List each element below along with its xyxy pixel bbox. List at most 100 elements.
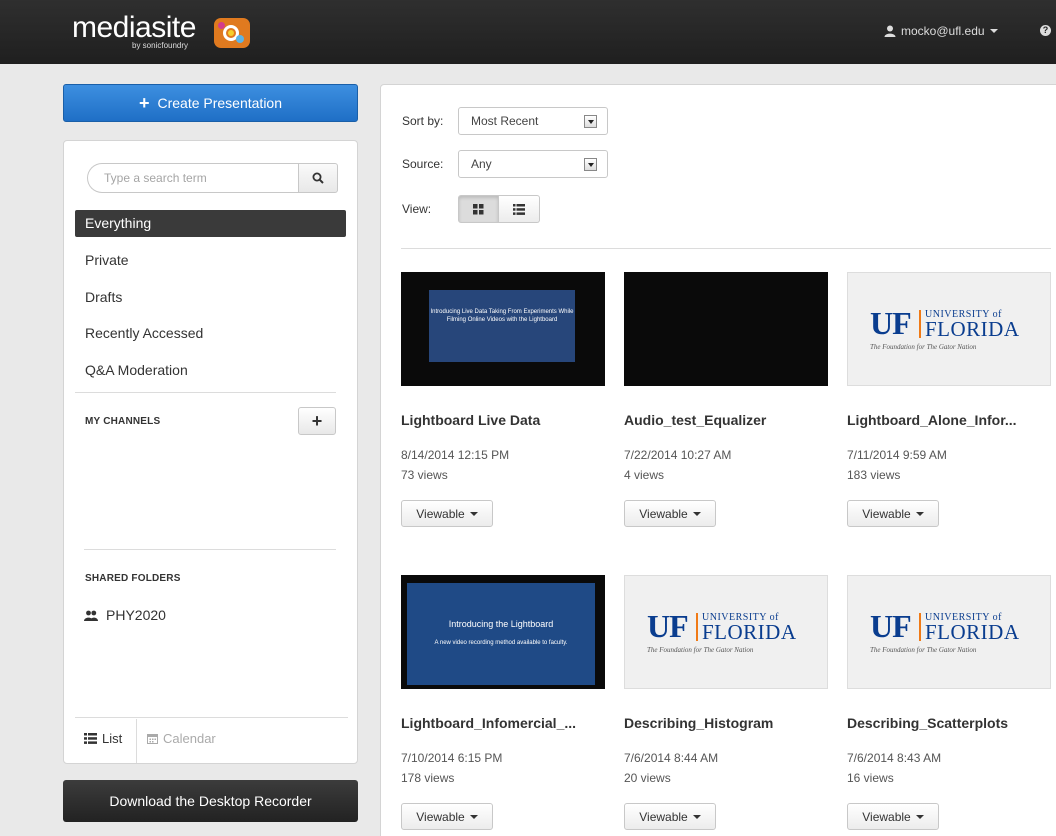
uf-logo-letters: UF (870, 608, 912, 644)
tab-list-label: List (102, 731, 123, 746)
uf-logo-letters: UF (870, 305, 912, 341)
download-recorder-button[interactable]: Download the Desktop Recorder (63, 780, 358, 822)
plus-icon: + (138, 93, 150, 113)
chevron-down-icon (915, 814, 924, 819)
list-icon (513, 203, 525, 215)
user-icon (884, 25, 896, 37)
grid-view-button[interactable] (458, 195, 499, 223)
presentation-thumbnail[interactable]: Introducing Live Data Taking From Experi… (401, 272, 605, 386)
uf-logo-letters: UF (647, 608, 689, 644)
grid-icon (473, 203, 484, 214)
presentation-title[interactable]: Lightboard_Infomercial_... (401, 715, 605, 731)
sort-select[interactable]: Most Recent (458, 107, 608, 135)
uf-logo-florida: FLORIDA (925, 620, 1020, 644)
presentation-date: 7/6/2014 8:44 AM (624, 751, 719, 765)
presentation-views: 20 views (624, 771, 671, 785)
viewable-dropdown-button[interactable]: Viewable (624, 803, 716, 830)
viewable-dropdown-button[interactable]: Viewable (847, 803, 939, 830)
source-select-value: Any (471, 157, 492, 171)
presentation-thumbnail[interactable]: Introducing the Lightboard A new video r… (401, 575, 605, 689)
tab-list-view[interactable]: List (84, 731, 122, 746)
user-email: mocko@ufl.edu (901, 24, 985, 38)
viewable-label: Viewable (862, 809, 911, 824)
tab-calendar-label: Calendar (163, 731, 216, 746)
viewable-dropdown-button[interactable]: Viewable (401, 803, 493, 830)
divider (401, 248, 1051, 249)
chevron-down-icon (469, 511, 478, 516)
logo-subtext: by sonicfoundry (132, 41, 189, 50)
calendar-icon (147, 734, 158, 744)
presentation-title[interactable]: Lightboard_Alone_Infor... (847, 412, 1051, 428)
slide-text: Introducing Live Data Taking From Experi… (429, 290, 575, 362)
view-label: View: (402, 202, 432, 216)
group-icon (84, 610, 98, 621)
chevron-down-icon (692, 511, 701, 516)
list-view-button[interactable] (499, 195, 540, 223)
presentation-views: 4 views (624, 468, 665, 482)
divider (84, 549, 336, 550)
source-select[interactable]: Any (458, 150, 608, 178)
chevron-down-icon (915, 511, 924, 516)
left-sidebar-panel: Everything Private Drafts Recently Acces… (63, 140, 358, 764)
divider (75, 392, 336, 393)
uf-logo-florida: FLORIDA (925, 317, 1020, 341)
presentation-views: 183 views (847, 468, 901, 482)
uf-logo: UF UNIVERSITY of FLORIDA The Foundation … (647, 609, 807, 659)
viewable-label: Viewable (639, 506, 688, 521)
dropdown-arrow-icon (584, 115, 597, 128)
viewable-dropdown-button[interactable]: Viewable (847, 500, 939, 527)
nav-item-everything[interactable]: Everything (75, 210, 346, 237)
presentation-title[interactable]: Describing_Histogram (624, 715, 828, 731)
nav-item-recently-accessed[interactable]: Recently Accessed (75, 320, 346, 347)
uf-logo-florida: FLORIDA (702, 620, 797, 644)
tab-calendar-view[interactable]: Calendar (147, 731, 216, 746)
viewable-label: Viewable (639, 809, 688, 824)
presentation-thumbnail[interactable] (624, 272, 828, 386)
viewable-label: Viewable (862, 506, 911, 521)
presentation-thumbnail[interactable]: UF UNIVERSITY of FLORIDA The Foundation … (847, 575, 1051, 689)
help-icon[interactable]: ? (1040, 25, 1051, 36)
nav-item-drafts[interactable]: Drafts (75, 284, 346, 311)
list-icon (84, 733, 97, 744)
logo-text: mediasite (72, 11, 196, 44)
user-menu[interactable]: mocko@ufl.edu (884, 24, 998, 38)
presentation-date: 7/22/2014 10:27 AM (624, 448, 732, 462)
slide-title: Introducing the Lightboard (448, 619, 554, 629)
view-toggle (458, 195, 540, 223)
chevron-down-icon (989, 29, 998, 33)
top-bar: mediasite by sonicfoundry mocko@ufl.edu … (0, 0, 1056, 64)
viewable-dropdown-button[interactable]: Viewable (401, 500, 493, 527)
presentation-date: 7/11/2014 9:59 AM (847, 448, 947, 462)
add-channel-button[interactable]: + (298, 407, 336, 435)
shared-folder-item[interactable]: PHY2020 (84, 607, 166, 623)
uf-logo-tagline: The Foundation for The Gator Nation (870, 646, 977, 654)
logo-mark-icon (214, 18, 250, 48)
sort-select-value: Most Recent (471, 114, 539, 128)
create-presentation-label: Create Presentation (157, 95, 283, 111)
presentation-date: 7/6/2014 8:43 AM (847, 751, 942, 765)
presentation-views: 16 views (847, 771, 894, 785)
main-content-panel: Sort by: Most Recent Source: Any View: I… (380, 84, 1056, 836)
nav-item-private[interactable]: Private (75, 247, 346, 274)
viewable-label: Viewable (416, 506, 465, 521)
viewable-dropdown-button[interactable]: Viewable (624, 500, 716, 527)
source-label: Source: (402, 157, 444, 171)
chevron-down-icon (692, 814, 701, 819)
uf-logo: UF UNIVERSITY of FLORIDA The Foundation … (870, 609, 1030, 659)
presentation-views: 178 views (401, 771, 455, 785)
presentation-title[interactable]: Audio_test_Equalizer (624, 412, 828, 428)
tab-separator (136, 719, 137, 763)
nav-item-qa-moderation[interactable]: Q&A Moderation (75, 357, 346, 384)
dropdown-arrow-icon (584, 158, 597, 171)
presentation-title[interactable]: Lightboard Live Data (401, 412, 605, 428)
search-button[interactable] (298, 163, 338, 193)
presentation-thumbnail[interactable]: UF UNIVERSITY of FLORIDA The Foundation … (624, 575, 828, 689)
presentation-thumbnail[interactable]: UF UNIVERSITY of FLORIDA The Foundation … (847, 272, 1051, 386)
presentation-date: 7/10/2014 6:15 PM (401, 751, 503, 765)
search-input[interactable] (87, 163, 298, 193)
slide: Introducing the Lightboard A new video r… (407, 583, 595, 685)
presentation-title[interactable]: Describing_Scatterplots (847, 715, 1051, 731)
slide-subtitle: A new video recording method available t… (434, 640, 568, 646)
viewable-label: Viewable (416, 809, 465, 824)
create-presentation-button[interactable]: + Create Presentation (63, 84, 358, 122)
